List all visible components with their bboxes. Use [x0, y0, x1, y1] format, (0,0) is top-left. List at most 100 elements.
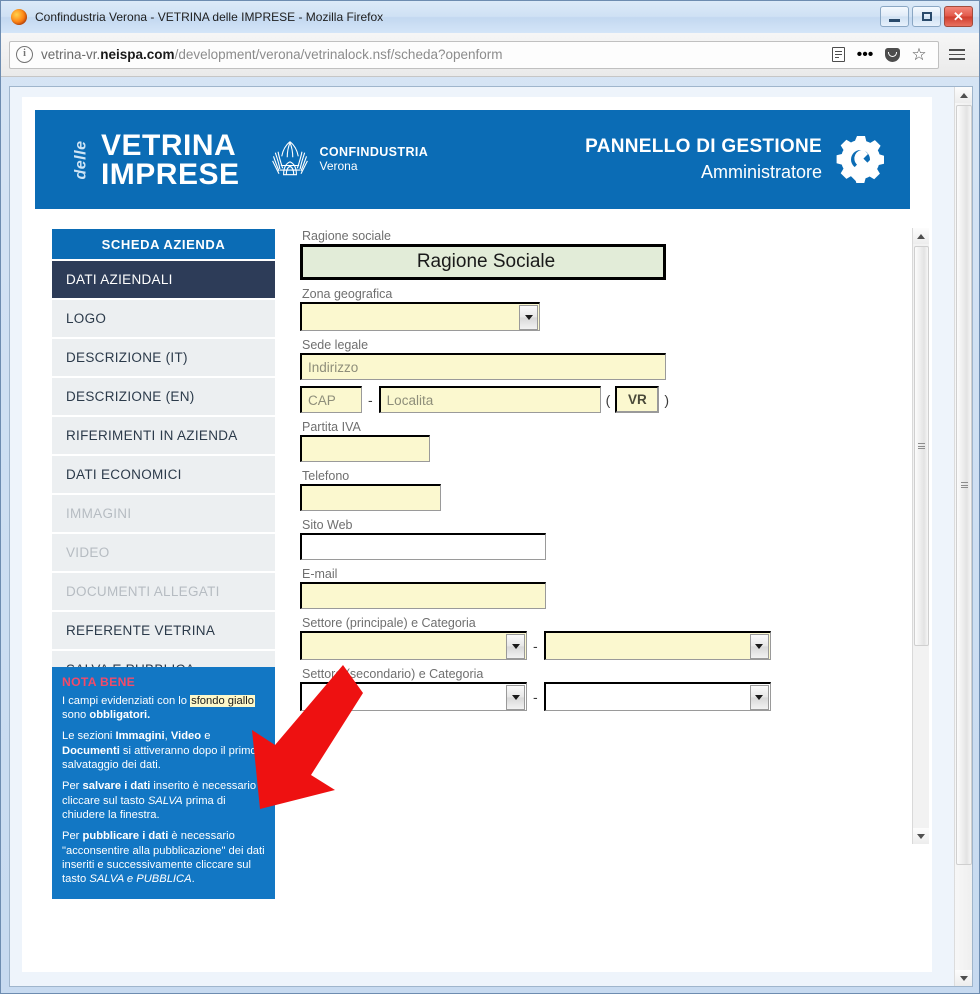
address-bar-actions: ••• ☆	[825, 43, 932, 67]
browser-window: Confindustria Verona - VETRINA delle IMP…	[0, 0, 980, 994]
page-scrollbar[interactable]	[954, 87, 972, 986]
nota-p2-b1: Immagini	[115, 730, 165, 743]
brand-prefix: delle	[72, 140, 90, 179]
page-actions-icon[interactable]: •••	[852, 43, 878, 67]
label-zona-geografica: Zona geografica	[302, 287, 393, 301]
nota-p4-italic: SALVA e PUBBLICA	[89, 873, 192, 886]
firefox-logo-icon	[11, 9, 27, 25]
hamburger-menu-icon[interactable]	[943, 43, 971, 67]
select-categoria-principale[interactable]	[543, 631, 771, 660]
input-sito-web[interactable]	[300, 533, 546, 560]
nota-p3-italic: SALVA	[147, 794, 183, 807]
input-cap[interactable]: CAP	[300, 386, 362, 413]
maximize-button[interactable]	[912, 6, 941, 27]
nota-paragraph-1: I campi evidenziati con lo sfondo giallo…	[62, 694, 265, 723]
input-indirizzo[interactable]: Indirizzo	[300, 353, 666, 380]
pocket-icon[interactable]	[879, 43, 905, 67]
partner-name: CONFINDUSTRIA	[319, 145, 429, 160]
gear-wrench-icon	[836, 135, 884, 183]
select-zona-geografica[interactable]	[300, 302, 540, 331]
nota-p2-b2: Video	[170, 730, 202, 743]
form-scroll-up-button[interactable]	[913, 228, 929, 244]
page-scroll-down-button[interactable]	[955, 970, 972, 986]
bookmark-star-icon[interactable]: ☆	[906, 43, 932, 67]
input-partita-iva[interactable]	[300, 435, 430, 462]
label-telefono: Telefono	[302, 469, 350, 483]
form-scrollbar[interactable]	[912, 228, 929, 844]
sede-legale-second-line: CAP - Localita ( VR )	[300, 386, 900, 413]
settore-principale-controls: -	[300, 631, 900, 660]
select-settore-secondario[interactable]	[300, 682, 527, 711]
site-banner: delle VETRINA IMPRESE CONFINDUSTRIA Vero…	[35, 110, 910, 209]
window-controls: ✕	[880, 6, 973, 27]
browser-navbar: i vetrina-vr.neispa.com/development/vero…	[1, 33, 979, 77]
brand-line-1: VETRINA	[100, 128, 237, 162]
sidebar-item-logo[interactable]: LOGO	[52, 300, 275, 337]
input-telefono[interactable]	[300, 484, 441, 511]
site-info-icon[interactable]: i	[16, 46, 33, 63]
url-host: neispa.com	[100, 47, 175, 62]
sidebar-item-immagini: IMMAGINI	[52, 495, 275, 532]
address-bar[interactable]: i vetrina-vr.neispa.com/development/vero…	[9, 40, 939, 69]
reader-view-icon[interactable]	[825, 43, 851, 67]
form-scrollbar-track[interactable]	[912, 228, 929, 844]
nota-p2-a: Le sezioni	[62, 730, 116, 743]
form-scroll-down-button[interactable]	[913, 828, 929, 844]
sidebar-item-dati-economici[interactable]: DATI ECONOMICI	[52, 456, 275, 493]
sidebar-item-descrizione-en[interactable]: DESCRIZIONE (EN)	[52, 378, 275, 415]
page-scrollbar-thumb[interactable]	[956, 105, 972, 865]
chevron-down-icon[interactable]	[749, 633, 769, 659]
nota-p3-a: Per	[62, 780, 83, 793]
web-page: delle VETRINA IMPRESE CONFINDUSTRIA Vero…	[10, 87, 955, 986]
nota-paragraph-3: Per salvare i dati inserito è necessario…	[62, 779, 265, 822]
input-email[interactable]	[300, 582, 546, 609]
field-sede-legale: Sede legale Indirizzo CAP - Localita ( V…	[300, 338, 900, 413]
sidebar-item-riferimenti-in-azienda[interactable]: RIFERIMENTI IN AZIENDA	[52, 417, 275, 454]
minimize-icon	[889, 18, 900, 22]
nota-p3-b1: salvare i dati	[82, 780, 151, 793]
page-content: delle VETRINA IMPRESE CONFINDUSTRIA Vero…	[22, 97, 932, 972]
scrollbar-grip-icon	[918, 442, 925, 450]
nota-p2-b3: Documenti	[62, 744, 120, 757]
close-button[interactable]: ✕	[944, 6, 973, 27]
brand-line-2: IMPRESE	[100, 157, 240, 191]
nota-p2-d: e	[201, 730, 211, 743]
chevron-down-icon[interactable]	[519, 304, 538, 330]
separator-dash-settore-principale: -	[533, 637, 538, 654]
paren-close: )	[664, 391, 670, 408]
sidebar-item-documenti-allegati: DOCUMENTI ALLEGATI	[52, 573, 275, 610]
chevron-down-icon[interactable]	[749, 684, 769, 710]
sidebar-item-referente-vetrina[interactable]: REFERENTE VETRINA	[52, 612, 275, 649]
nota-p1-a: I campi evidenziati con lo	[62, 694, 191, 707]
label-sede-legale: Sede legale	[302, 338, 369, 352]
nota-p1-highlight: sfondo giallo	[190, 694, 255, 707]
separator-dash-cap: -	[368, 391, 373, 408]
field-partita-iva: Partita IVA	[300, 420, 900, 462]
minimize-button[interactable]	[880, 6, 909, 27]
input-ragione-sociale[interactable]: Ragione Sociale	[300, 244, 666, 280]
label-settore-principale: Settore (principale) e Categoria	[302, 616, 476, 630]
sidebar-item-video: VIDEO	[52, 534, 275, 571]
nota-p1-bold: obbligatori.	[89, 708, 151, 721]
sidebar-item-descrizione-it[interactable]: DESCRIZIONE (IT)	[52, 339, 275, 376]
nota-p1-b: sono	[62, 708, 90, 721]
field-sito-web: Sito Web	[300, 518, 900, 560]
form-scrollbar-thumb[interactable]	[914, 246, 929, 646]
field-settore-secondario: Settore (secondario) e Categoria -	[300, 667, 900, 711]
url-prefix: vetrina-vr.	[41, 47, 101, 62]
confindustria-eagle-icon	[271, 140, 308, 175]
nota-p4-a: Per	[62, 830, 83, 843]
url-path: /development/verona/vetrinalock.nsf/sche…	[174, 47, 503, 62]
chevron-down-icon[interactable]	[506, 633, 525, 659]
label-sito-web: Sito Web	[302, 518, 353, 532]
sidebar-item-dati-aziendali[interactable]: DATI AZIENDALI	[52, 261, 275, 298]
input-provincia[interactable]: VR	[615, 386, 660, 413]
input-localita[interactable]: Localita	[378, 386, 601, 413]
sidebar-menu: SCHEDA AZIENDA DATI AZIENDALI LOGO DESCR…	[52, 229, 275, 688]
select-categoria-secondaria[interactable]	[543, 682, 771, 711]
select-settore-principale[interactable]	[300, 631, 527, 660]
brand-logo: delle VETRINA IMPRESE	[62, 128, 240, 191]
chevron-down-icon[interactable]	[506, 684, 525, 710]
page-scroll-up-button[interactable]	[955, 87, 972, 103]
maximize-icon	[921, 12, 932, 21]
